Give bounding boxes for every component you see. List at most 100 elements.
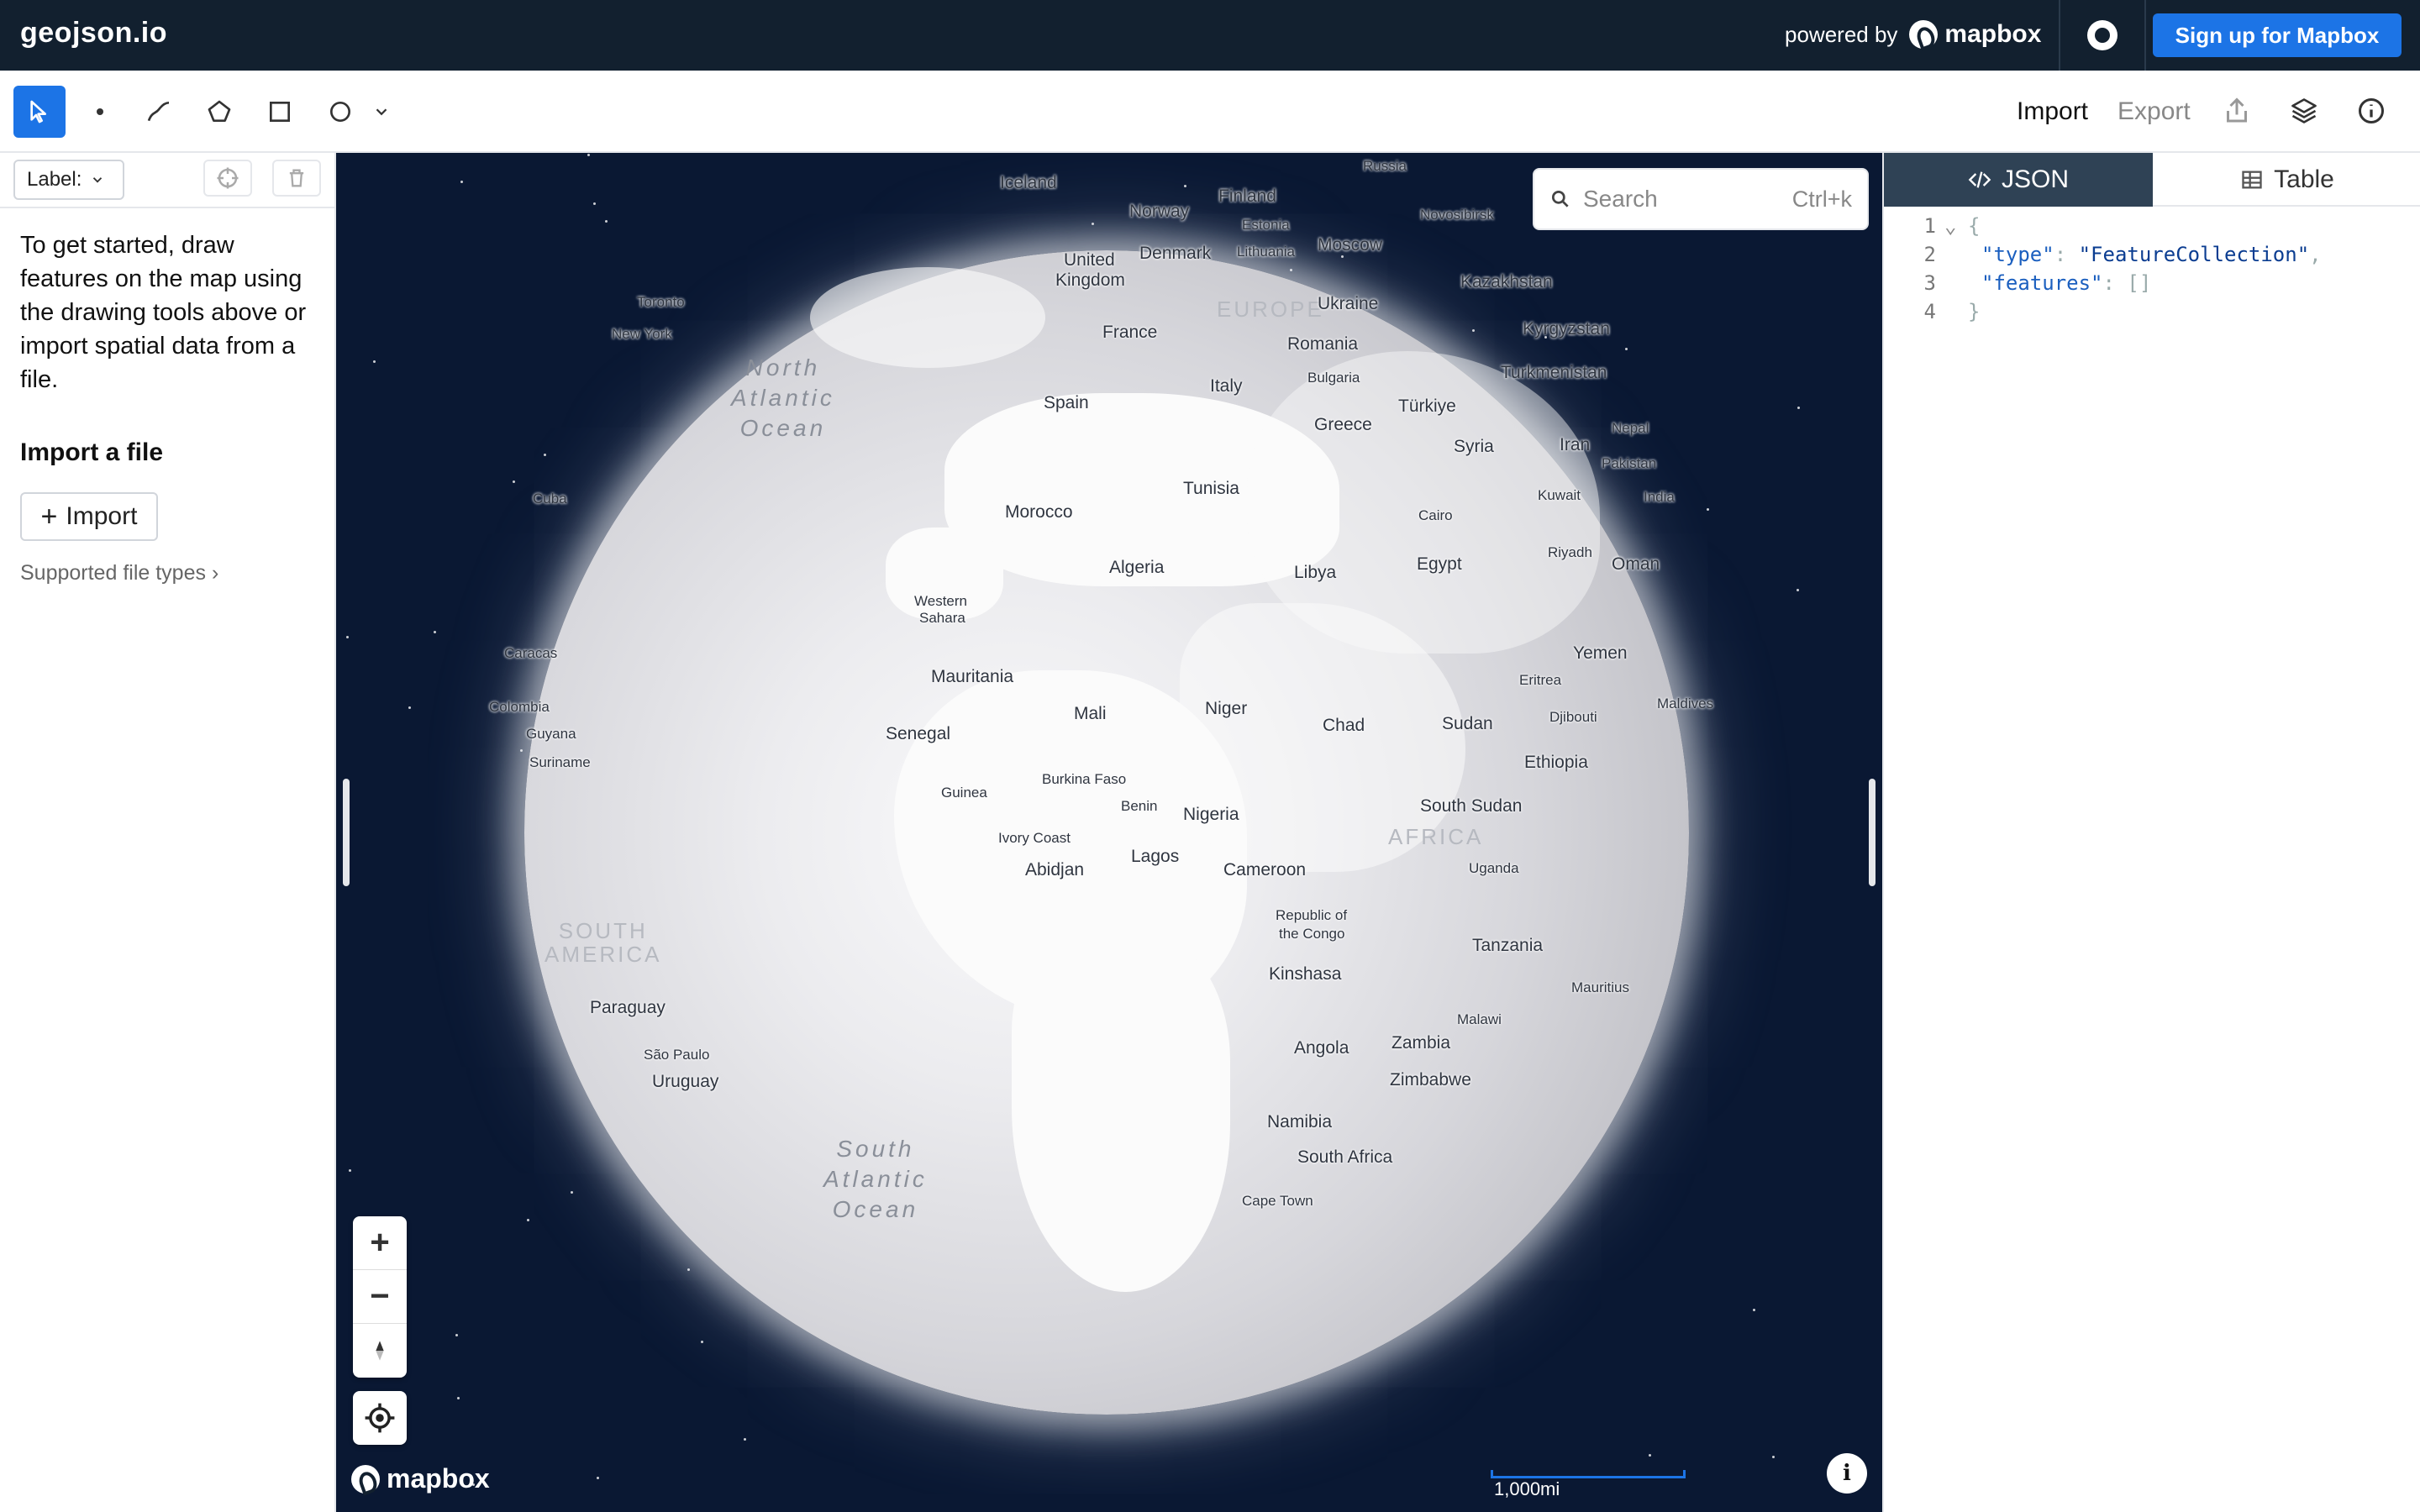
star — [513, 480, 515, 483]
point-icon — [97, 108, 103, 115]
star — [687, 1268, 690, 1271]
map-label-oman: Oman — [1612, 554, 1660, 574]
map-label-senegal: Senegal — [886, 724, 951, 743]
geolocate-icon — [365, 1403, 395, 1433]
mapbox-watermark[interactable]: mapbox — [351, 1463, 490, 1494]
export-menu-button[interactable]: Export — [2118, 97, 2191, 126]
star — [1649, 1454, 1651, 1457]
tab-table[interactable]: Table — [2153, 153, 2420, 207]
circle-icon — [330, 102, 350, 122]
github-link[interactable] — [2059, 0, 2146, 71]
map-label-eritrea: Eritrea — [1519, 672, 1562, 688]
map-label-uruguay: Uruguay — [652, 1072, 719, 1091]
powered-by-text: powered by — [1785, 21, 1898, 47]
star — [455, 1334, 458, 1336]
powered-by[interactable]: powered by mapbox — [1785, 20, 2041, 49]
polygon-tool-button[interactable] — [193, 86, 245, 138]
map-label-moscow: Moscow — [1318, 235, 1383, 255]
supported-label: Supported file types — [20, 561, 206, 585]
map-search[interactable]: Ctrl+k — [1533, 168, 1869, 230]
map-label-egypt: Egypt — [1417, 554, 1462, 574]
shape-dropdown-button[interactable] — [358, 86, 405, 138]
map-label-denmark: Denmark — [1139, 244, 1212, 263]
map-label-lithuania: Lithuania — [1237, 244, 1296, 260]
zoom-in-button[interactable]: + — [353, 1216, 407, 1270]
plus-icon: + — [40, 500, 58, 533]
search-input[interactable] — [1583, 186, 1768, 213]
label-select[interactable]: Label: — [13, 160, 124, 200]
zoom-out-button[interactable]: − — [353, 1270, 407, 1324]
geolocate-button[interactable] — [353, 1391, 407, 1445]
crosshair-icon — [217, 167, 239, 189]
scale-label: 1,000mi — [1494, 1478, 1560, 1499]
brand-logo[interactable]: geojson.io — [20, 17, 167, 50]
star — [605, 220, 608, 223]
layers-icon — [2291, 98, 2317, 123]
star — [1341, 255, 1344, 258]
layers-button[interactable] — [2289, 96, 2319, 126]
signup-button[interactable]: Sign up for Mapbox — [2153, 13, 2402, 57]
map-label-niger: Niger — [1205, 699, 1248, 718]
star — [527, 1219, 529, 1221]
left-panel: Label: To get started, draw features on … — [0, 153, 336, 1512]
map-label-newyork: New York — [612, 326, 672, 342]
json-key: "type" — [1981, 243, 2054, 266]
map-label-nigeria: Nigeria — [1183, 805, 1239, 824]
reset-bearing-button[interactable] — [353, 1324, 407, 1378]
import-menu-button[interactable]: Import — [2017, 97, 2088, 126]
json-separator: : — [2102, 271, 2128, 295]
map-label-southafrica: South Africa — [1297, 1147, 1393, 1167]
info-menu-button[interactable] — [2356, 96, 2386, 126]
json-comma: , — [2309, 243, 2322, 266]
map-label-africa: AFRICA — [1388, 824, 1484, 849]
star — [457, 1397, 460, 1399]
map-label-yemen: Yemen — [1573, 643, 1628, 663]
import-file-button[interactable]: + Import — [20, 492, 158, 541]
point-tool-button[interactable] — [74, 86, 126, 138]
map-label-colombia: Colombia — [489, 699, 550, 715]
line-number: 4 — [1923, 300, 1936, 323]
rectangle-tool-button[interactable] — [254, 86, 306, 138]
map-label-guinea: Guinea — [941, 785, 987, 801]
map-label-kinshasa: Kinshasa — [1269, 964, 1342, 984]
zoom-controls: + − — [353, 1216, 407, 1378]
globe — [524, 250, 1689, 1415]
star — [520, 749, 523, 752]
code-text: "type": "FeatureCollection", — [1968, 240, 2322, 269]
tab-json-label: JSON — [2001, 165, 2069, 193]
map-label-cameroon: Cameroon — [1223, 860, 1307, 879]
code-text: { — [1968, 214, 1981, 238]
map-label-ethiopia: Ethiopia — [1524, 753, 1588, 772]
map-label-morocco: Morocco — [1005, 502, 1073, 522]
intro-text: To get started, draw features on the map… — [20, 232, 307, 393]
github-icon — [2087, 20, 2118, 50]
json-editor[interactable]: 1 ⌄ { 2 "type": "FeatureCollection", 3 "… — [1884, 212, 2420, 326]
map-label-benin: Benin — [1121, 798, 1158, 814]
map-label-algeria: Algeria — [1109, 558, 1165, 577]
info-icon — [2359, 98, 2384, 123]
attribution-info-button[interactable]: i — [1827, 1453, 1867, 1494]
search-icon — [1551, 190, 1569, 207]
select-tool-button[interactable] — [13, 86, 66, 138]
share-icon — [2227, 97, 2247, 123]
table-icon — [2242, 171, 2262, 189]
map-label-libya: Libya — [1294, 563, 1337, 582]
left-resize-handle[interactable] — [343, 779, 350, 886]
star — [460, 181, 463, 183]
tab-json[interactable]: JSON — [1884, 153, 2153, 207]
json-separator: : — [2054, 243, 2079, 266]
right-resize-handle[interactable] — [1869, 779, 1876, 886]
fold-toggle[interactable]: ⌄ — [1944, 212, 1968, 240]
star — [1184, 185, 1186, 187]
zoom-to-features-button[interactable] — [203, 160, 252, 197]
line-tool-button[interactable] — [133, 86, 185, 138]
delete-button[interactable] — [272, 160, 321, 197]
map-canvas[interactable]: GreenlandSvalbardIcelandRussiaNorwayFinl… — [336, 153, 1882, 1512]
share-button[interactable] — [2222, 96, 2252, 126]
map-label-mauritius: Mauritius — [1571, 979, 1629, 995]
map-label-uk1: United — [1064, 250, 1115, 270]
code-text: } — [1968, 300, 1981, 323]
supported-file-types-link[interactable]: Supported file types › — [20, 561, 218, 585]
star — [1772, 1456, 1775, 1458]
